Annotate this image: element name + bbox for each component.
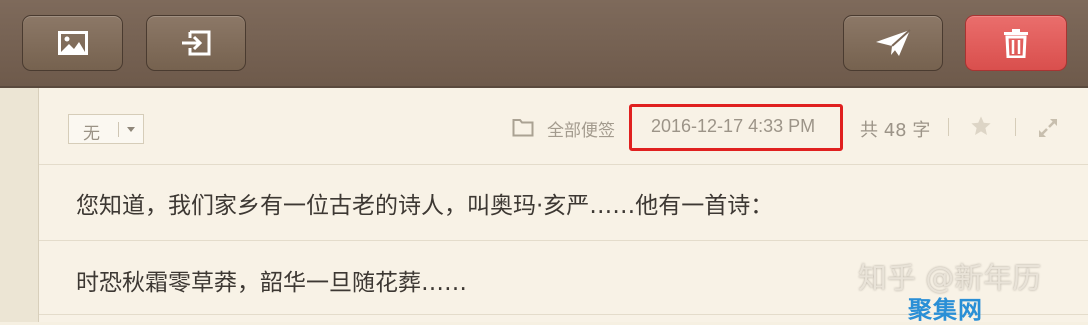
left-gutter: [0, 88, 39, 322]
toolbar: [0, 0, 1088, 88]
expand-icon[interactable]: [1038, 118, 1058, 138]
folder-icon: [512, 119, 534, 137]
insert-image-button[interactable]: [22, 15, 123, 71]
insert-file-button[interactable]: [146, 15, 246, 71]
note-timestamp: 2016-12-17 4:33 PM: [651, 116, 816, 136]
folder-label[interactable]: 全部便签: [547, 116, 615, 141]
divider: [1015, 118, 1016, 136]
tag-value: 无: [83, 124, 100, 144]
trash-icon: [1004, 29, 1028, 58]
star-icon[interactable]: [970, 115, 992, 137]
chevron-down-icon: [127, 127, 135, 132]
send-button[interactable]: [843, 15, 943, 71]
word-count: 共 48 字: [860, 120, 931, 141]
delete-button[interactable]: [965, 15, 1067, 71]
divider: [39, 240, 1088, 241]
divider: [948, 118, 949, 136]
divider: [39, 164, 1088, 165]
note-text-line[interactable]: 时恐秋霜零草莽，韶华一旦随花葬……: [76, 263, 467, 297]
site-watermark: 聚集网: [908, 296, 983, 324]
note-text-line[interactable]: 您知道，我们家乡有一位古老的诗人，叫奥玛·亥严……他有一首诗：: [76, 186, 773, 220]
image-icon: [57, 31, 88, 55]
tag-select-divider: [118, 122, 119, 137]
import-icon: [182, 30, 211, 56]
tag-select[interactable]: 无: [68, 114, 144, 144]
paper-plane-icon: [876, 29, 911, 56]
